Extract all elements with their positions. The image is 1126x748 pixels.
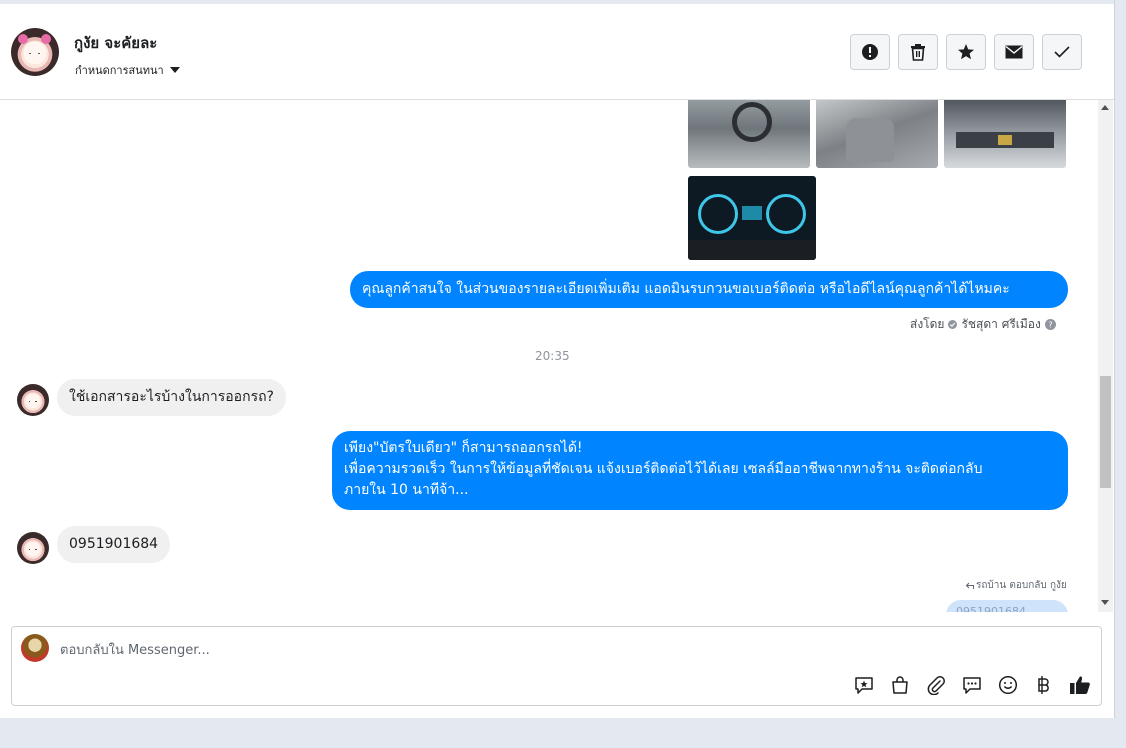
- attach-button[interactable]: [925, 674, 947, 696]
- car-seat-photo[interactable]: [816, 100, 938, 168]
- car-dashboard-photo[interactable]: [688, 176, 816, 260]
- thread-scrollbar[interactable]: [1098, 100, 1113, 612]
- message-text: 0951901684: [69, 536, 159, 552]
- avatar-eye: [29, 52, 32, 55]
- dash-trim: [688, 240, 816, 260]
- like-button[interactable]: [1069, 674, 1091, 696]
- car-engine-photo[interactable]: [944, 100, 1066, 168]
- payment-button[interactable]: [1033, 674, 1055, 696]
- paperclip-icon: [927, 676, 945, 695]
- contact-avatar[interactable]: [11, 28, 59, 76]
- shop-button[interactable]: [889, 674, 911, 696]
- avatar-eye: [29, 400, 31, 402]
- logo-shape: [998, 135, 1012, 145]
- avatar-eye: [35, 400, 37, 402]
- message-text: คุณลูกค้าสนใจ ในส่วนของรายละเอียดเพิ่มเต…: [362, 281, 1010, 297]
- avatar-face: [25, 541, 41, 557]
- mark-unread-button[interactable]: [994, 34, 1034, 70]
- message-thread: คุณลูกค้าสนใจ ในส่วนของรายละเอียดเพิ่มเต…: [0, 100, 1098, 612]
- quick-reply-button[interactable]: [961, 674, 983, 696]
- reply-composer: ตอบกลับใน Messenger...: [11, 626, 1102, 706]
- scroll-down-arrow-icon[interactable]: [1101, 600, 1109, 605]
- conversation-header: กูงัย จะคัยละ กำหนดการสนทนา: [0, 4, 1114, 100]
- avatar-eye: [29, 548, 31, 550]
- scrollbar-thumb[interactable]: [1100, 376, 1111, 488]
- star-button[interactable]: [946, 34, 986, 70]
- gauge-right: [766, 194, 806, 234]
- car-interior-photo[interactable]: [688, 100, 810, 168]
- gauge-left: [698, 194, 738, 234]
- baht-icon: [1038, 676, 1049, 694]
- customer-avatar[interactable]: [17, 384, 49, 416]
- message-text: ใช้เอกสารอะไรบ้างในการออกรถ?: [69, 389, 274, 405]
- exclamation-icon: [862, 44, 878, 60]
- svg-text:?: ?: [1048, 321, 1052, 330]
- envelope-icon: [1005, 45, 1023, 59]
- customer-avatar[interactable]: [17, 532, 49, 564]
- avatar-eye: [38, 52, 41, 55]
- avatar-flower: [17, 33, 29, 45]
- avatar-face: [25, 393, 41, 409]
- help-icon[interactable]: ?: [1044, 319, 1056, 330]
- checkmark-icon: [1054, 46, 1070, 58]
- sent-by-meta: ส่งโดย รัชสุดา ศรีเมือง ?: [910, 315, 1056, 334]
- reply-input[interactable]: ตอบกลับใน Messenger...: [60, 639, 210, 660]
- center-display: [742, 206, 762, 220]
- scroll-up-arrow-icon[interactable]: [1101, 105, 1109, 110]
- reply-quote-bubble[interactable]: 0951901684: [946, 600, 1068, 612]
- seat-shape: [846, 118, 894, 162]
- star-icon: [958, 44, 974, 60]
- assign-conversation-label: กำหนดการสนทนา: [75, 64, 164, 77]
- report-button[interactable]: [850, 34, 890, 70]
- sent-by-prefix: ส่งโดย: [910, 317, 945, 331]
- trash-icon: [911, 44, 925, 61]
- avatar-face: [24, 42, 46, 65]
- message-line: ภายใน 10 นาทีจ้า...: [344, 482, 469, 498]
- message-line: เพื่อความรวดเร็ว ในการให้ข้อมูลที่ชัดเจน…: [344, 461, 983, 477]
- inbox-panel: กูงัย จะคัยละ กำหนดการสนทนา คุณลูกค้าสนใ…: [0, 0, 1115, 718]
- sent-by-name[interactable]: รัชสุดา ศรีเมือง: [961, 315, 1040, 334]
- assign-conversation-dropdown[interactable]: กำหนดการสนทนา: [75, 61, 180, 79]
- emoji-button[interactable]: [997, 674, 1019, 696]
- outgoing-message[interactable]: เพียง"บัตรใบเดียว" ก็สามารถออกรถได้! เพื…: [332, 431, 1068, 510]
- contact-name[interactable]: กูงัย จะคัยละ: [74, 31, 157, 55]
- verified-icon: [948, 320, 958, 329]
- shopping-bag-icon: [892, 676, 908, 694]
- mark-done-button[interactable]: [1042, 34, 1082, 70]
- thumbs-up-icon: [1070, 676, 1090, 694]
- incoming-message[interactable]: ใช้เอกสารอะไรบ้างในการออกรถ?: [57, 379, 286, 416]
- reply-quote-text: 0951901684: [956, 605, 1026, 612]
- incoming-message[interactable]: 0951901684: [57, 526, 171, 563]
- timestamp-divider: 20:35: [535, 349, 570, 363]
- caret-down-icon: [169, 67, 180, 73]
- message-line: เพียง"บัตรใบเดียว" ก็สามารถออกรถได้!: [344, 440, 583, 456]
- saved-reply-button[interactable]: [853, 674, 875, 696]
- avatar-eye: [35, 548, 37, 550]
- page-avatar: [21, 634, 49, 662]
- outgoing-message[interactable]: คุณลูกค้าสนใจ ในส่วนของรายละเอียดเพิ่มเต…: [350, 271, 1068, 308]
- reply-note-text: รถบ้าน ตอบกลับ กูงัย: [976, 580, 1067, 591]
- reply-arrow-icon: [966, 582, 974, 589]
- smiley-icon: [998, 675, 1018, 695]
- chat-bubble-icon: [963, 677, 981, 694]
- steering-wheel-shape: [732, 102, 772, 142]
- avatar-flower: [40, 33, 52, 45]
- delete-button[interactable]: [898, 34, 938, 70]
- saved-reply-icon: [855, 677, 873, 694]
- reply-note: รถบ้าน ตอบกลับ กูงัย: [966, 578, 1067, 593]
